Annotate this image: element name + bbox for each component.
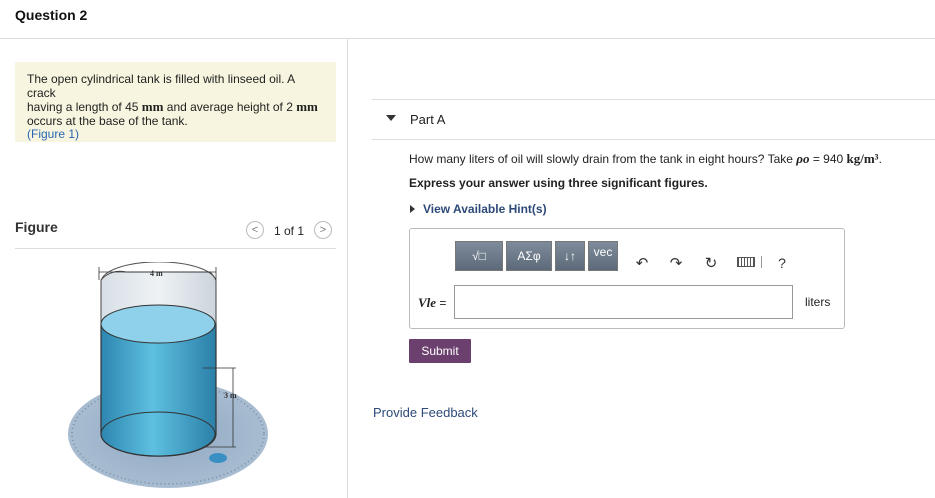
- redo-icon[interactable]: ↷: [666, 253, 686, 273]
- tank-oil: [100, 323, 217, 457]
- tank-figure: 4 m 3 m: [68, 262, 268, 488]
- problem-text-2b: and average height of 2: [163, 100, 297, 114]
- answer-variable: Vle =: [418, 295, 446, 311]
- dim-width-label: 4 m: [150, 269, 163, 278]
- header-divider: [0, 38, 935, 39]
- greek-label: ΑΣφ: [517, 249, 541, 263]
- unit-mm-2: mm: [296, 99, 318, 114]
- question-eq: = 940: [809, 152, 847, 166]
- vec-label: vec: [593, 245, 613, 259]
- templates-button[interactable]: √□: [455, 241, 503, 271]
- figure-prev-button[interactable]: <: [246, 221, 264, 239]
- figure-link[interactable]: (Figure 1): [27, 127, 79, 141]
- templates-icon: √□: [472, 249, 486, 263]
- undo-icon[interactable]: ↶: [632, 253, 652, 273]
- question-end: .: [878, 152, 882, 166]
- greek-button[interactable]: ΑΣφ: [506, 241, 552, 271]
- dim-height-label: 3 m: [224, 391, 237, 400]
- oil-surface: [100, 304, 216, 344]
- figure-label: Figure: [15, 219, 58, 235]
- question-pre: How many liters of oil will slowly drain…: [409, 152, 797, 166]
- figure-divider: [15, 248, 336, 249]
- answer-instruction: Express your answer using three signific…: [409, 176, 708, 190]
- variable-name: Vle: [418, 295, 437, 310]
- collapse-caret-icon[interactable]: [386, 115, 396, 121]
- problem-text-3: occurs at the base of the tank.: [27, 113, 188, 128]
- figure-next-button[interactable]: >: [314, 221, 332, 239]
- part-divider-top: [372, 99, 935, 100]
- reset-icon[interactable]: ↻: [701, 253, 721, 273]
- arrows-button[interactable]: ↓↑: [555, 241, 585, 271]
- leak-drip: [209, 453, 227, 463]
- part-a-label[interactable]: Part A: [410, 112, 445, 127]
- equals-sign: =: [439, 296, 447, 310]
- question-title: Question 2: [15, 7, 88, 23]
- math-toolbar: √□ ΑΣφ ↓↑ vec: [455, 241, 618, 271]
- problem-text-1: The open cylindrical tank is filled with…: [27, 72, 295, 100]
- submit-button[interactable]: Submit: [409, 339, 471, 363]
- chevron-left-icon: <: [251, 224, 259, 236]
- answer-units: liters: [805, 295, 831, 309]
- chevron-right-icon: >: [319, 224, 327, 236]
- part-divider-bottom: [372, 139, 935, 140]
- hint-caret-icon[interactable]: [410, 205, 415, 213]
- column-divider: [347, 38, 348, 498]
- toolbar-separator: [761, 256, 762, 268]
- help-icon[interactable]: ?: [772, 253, 792, 273]
- unit-mm: mm: [141, 99, 164, 114]
- rho-symbol: ρo: [796, 151, 810, 166]
- keyboard-icon[interactable]: [737, 257, 755, 267]
- problem-text-2a: having a length of 45: [27, 100, 142, 114]
- problem-statement: The open cylindrical tank is filled with…: [15, 62, 336, 142]
- arrows-label: ↓↑: [564, 249, 576, 263]
- provide-feedback-link[interactable]: Provide Feedback: [373, 405, 478, 420]
- view-hints-link[interactable]: View Available Hint(s): [423, 202, 547, 216]
- answer-input[interactable]: [454, 285, 793, 319]
- vec-button[interactable]: vec: [588, 241, 618, 271]
- part-a-question: How many liters of oil will slowly drain…: [409, 151, 882, 167]
- question-unit: kg/m³: [846, 151, 879, 166]
- figure-pager: 1 of 1: [274, 224, 305, 238]
